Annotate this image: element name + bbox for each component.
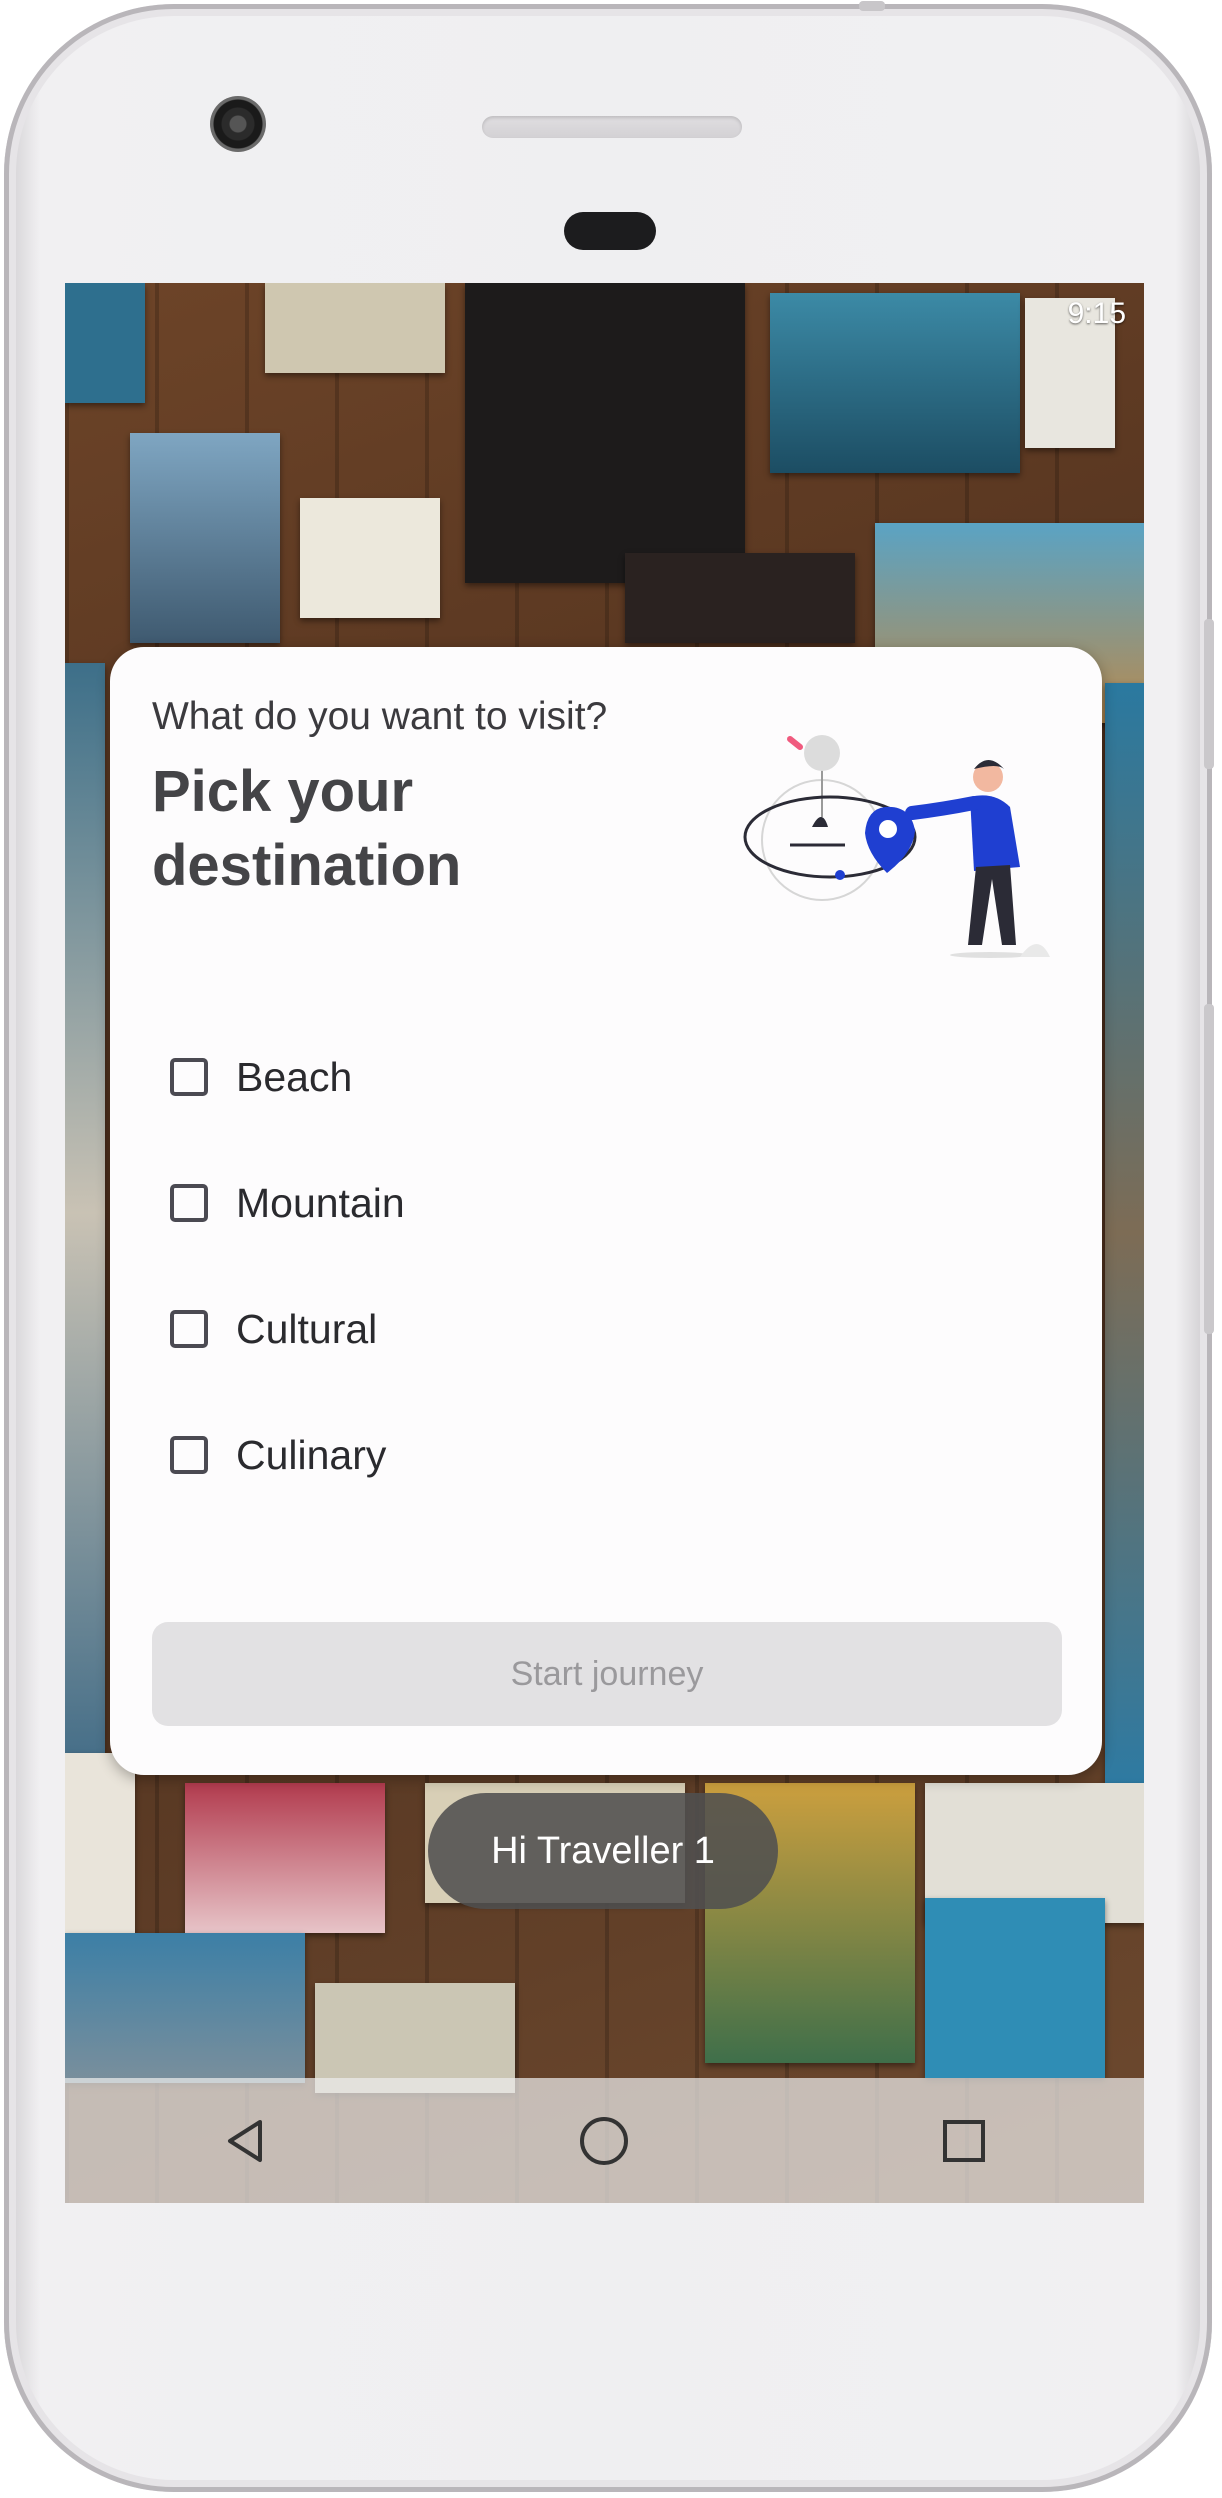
checkbox-beach[interactable] [170, 1058, 208, 1096]
collage-strip [1105, 683, 1144, 1783]
collage-poster [625, 553, 855, 643]
collage-photo [65, 1753, 135, 1943]
back-button[interactable] [185, 2081, 305, 2201]
traveller-map-illustration-icon [743, 735, 1050, 958]
screen: 9:15 What do you want to visit? Pick you… [65, 283, 1144, 2203]
collage-photo [185, 1783, 385, 1933]
recents-square-icon [943, 2119, 986, 2162]
back-triangle-icon [227, 2119, 262, 2162]
home-circle-icon [580, 2116, 629, 2165]
option-mountain[interactable]: Mountain [170, 1167, 405, 1239]
card-title: Pick your destination [152, 759, 462, 898]
checkbox-cultural[interactable] [170, 1310, 208, 1348]
collage-photo [130, 433, 280, 643]
checkbox-culinary[interactable] [170, 1436, 208, 1474]
side-button [1204, 1004, 1214, 1334]
collage-photo [315, 1983, 515, 2093]
option-label-culinary: Culinary [236, 1431, 387, 1478]
volume-button [1204, 619, 1214, 769]
option-cultural[interactable]: Cultural [170, 1293, 377, 1365]
option-label-mountain: Mountain [236, 1179, 405, 1226]
recents-button[interactable] [904, 2081, 1024, 2201]
collage-photo [925, 1898, 1105, 2078]
collage-photo [300, 498, 440, 618]
proximity-sensor [564, 212, 656, 250]
collage-photo [65, 283, 145, 403]
welcome-toast: Hi Traveller 1 [428, 1793, 778, 1909]
option-culinary[interactable]: Culinary [170, 1419, 386, 1491]
front-camera [210, 96, 266, 152]
collage-photo [65, 1933, 305, 2083]
system-navigation-bar [65, 2078, 1144, 2203]
collage-photo [770, 293, 1020, 473]
collage-poster [465, 283, 745, 583]
start-journey-button[interactable]: Start journey [152, 1622, 1062, 1726]
power-button-top [859, 1, 885, 11]
home-button[interactable] [544, 2081, 664, 2201]
option-label-beach: Beach [236, 1053, 353, 1100]
earpiece-speaker [482, 116, 742, 138]
collage-photo [265, 283, 445, 373]
option-beach[interactable]: Beach [170, 1041, 352, 1113]
card-subtitle: What do you want to visit? [152, 695, 608, 738]
status-time: 9:15 [1067, 297, 1126, 330]
option-label-cultural: Cultural [236, 1305, 378, 1352]
collage-strip [65, 663, 105, 1763]
destination-card: What do you want to visit? Pick your des… [110, 647, 1102, 1775]
checkbox-mountain[interactable] [170, 1184, 208, 1222]
